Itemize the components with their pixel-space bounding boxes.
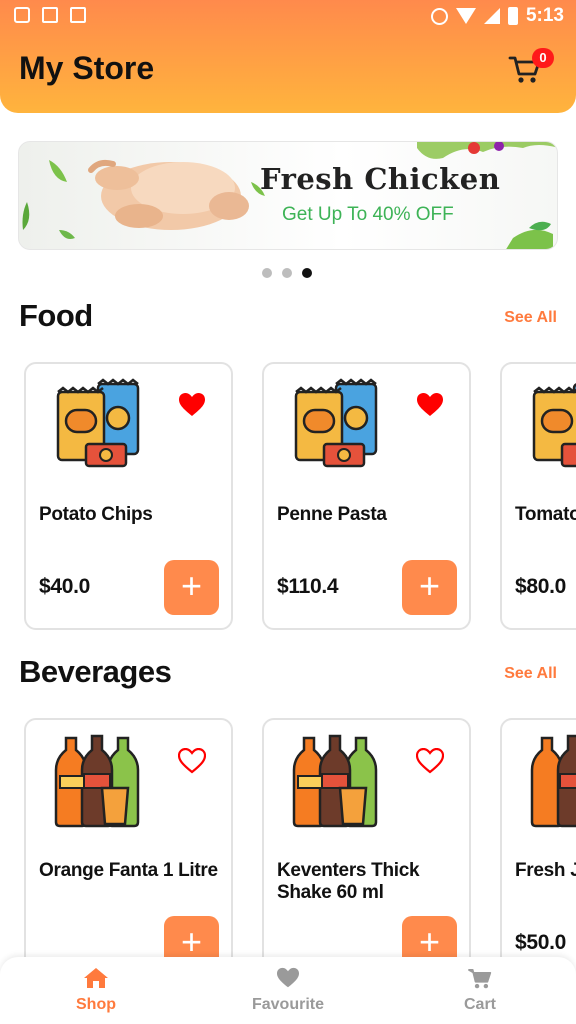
- status-time: 5:13: [525, 5, 564, 26]
- nav-label: Favourite: [251, 996, 324, 1013]
- wifi-icon: [455, 8, 476, 24]
- see-all-beverages-link[interactable]: See All: [504, 665, 557, 683]
- home-icon: [84, 968, 108, 988]
- product-price: $80.0: [515, 575, 567, 598]
- pasta-product-image: [294, 378, 378, 468]
- cart-icon: [468, 969, 492, 989]
- favourite-heart-outline-icon[interactable]: [178, 748, 206, 774]
- nav-label: Cart: [463, 996, 496, 1013]
- add-to-cart-button[interactable]: +: [164, 560, 219, 615]
- product-card[interactable]: Keventers Thick Shake 60 ml +: [262, 718, 471, 986]
- favourite-heart-filled-icon[interactable]: [178, 392, 206, 418]
- chicken-image: [88, 159, 249, 230]
- favourite-heart-outline-icon[interactable]: [416, 748, 444, 774]
- section-title-beverages: Beverages: [19, 654, 172, 689]
- add-to-cart-button[interactable]: +: [402, 560, 457, 615]
- app-screen: 5:13 My Store 0 Fresh Chicken Get Up To …: [0, 0, 576, 1024]
- product-card[interactable]: Orange Fanta 1 Litre +: [24, 718, 233, 986]
- product-name: Potato Chips: [39, 504, 153, 525]
- product-price: $50.0: [515, 931, 567, 954]
- battery-icon: [507, 7, 518, 25]
- section-title-food: Food: [19, 298, 93, 333]
- product-card[interactable]: Penne Pasta $110.4 +: [262, 362, 471, 630]
- product-price: $40.0: [39, 575, 91, 598]
- product-name: Fresh J: [515, 860, 576, 881]
- product-name: Keventers Thick Shake 60 ml: [277, 860, 420, 903]
- pagination-dot[interactable]: [282, 268, 292, 278]
- banner-title: Fresh Chicken: [260, 162, 501, 196]
- product-name: Tomato: [515, 504, 576, 525]
- product-name: Orange Fanta 1 Litre: [39, 860, 218, 881]
- favourite-heart-filled-icon[interactable]: [416, 392, 444, 418]
- image-notification-icon: [42, 7, 58, 23]
- status-bar: 5:13: [0, 0, 576, 32]
- tomato-product-image: [532, 383, 576, 468]
- product-card[interactable]: Fresh J $50.0: [500, 718, 576, 986]
- nav-item-cart[interactable]: Cart: [430, 967, 530, 1014]
- pagination-dot-active[interactable]: [302, 268, 312, 278]
- bottom-navigation: Shop Favourite Cart: [0, 957, 576, 1024]
- chips-product-image: [56, 378, 140, 468]
- banner-subtitle: Get Up To 40% OFF: [282, 204, 454, 225]
- gallery-notification-icon: [14, 7, 30, 23]
- signal-icon: [483, 8, 500, 24]
- page-title: My Store: [19, 50, 155, 86]
- banner-pagination: [262, 268, 312, 278]
- pagination-dot[interactable]: [262, 268, 272, 278]
- nav-label: Shop: [76, 996, 116, 1013]
- soda-bottles-image: [54, 734, 140, 828]
- soda-bottles-image: [292, 734, 378, 828]
- alarm-icon: [430, 7, 448, 25]
- product-card[interactable]: Potato Chips $40.0 +: [24, 362, 233, 630]
- promo-banner[interactable]: Fresh Chicken Get Up To 40% OFF: [18, 141, 558, 250]
- nav-item-shop[interactable]: Shop: [46, 967, 146, 1014]
- product-card[interactable]: Tomato $80.0: [500, 362, 576, 630]
- app-header: 5:13 My Store 0: [0, 0, 576, 113]
- app-notification-icon: [70, 7, 86, 23]
- product-name: Penne Pasta: [277, 504, 387, 525]
- cart-count-badge: 0: [532, 48, 554, 68]
- soda-bottles-image: [530, 734, 576, 828]
- nav-item-favourite[interactable]: Favourite: [238, 967, 338, 1014]
- see-all-food-link[interactable]: See All: [504, 309, 557, 327]
- heart-icon: [277, 967, 299, 988]
- product-price: $110.4: [277, 575, 339, 598]
